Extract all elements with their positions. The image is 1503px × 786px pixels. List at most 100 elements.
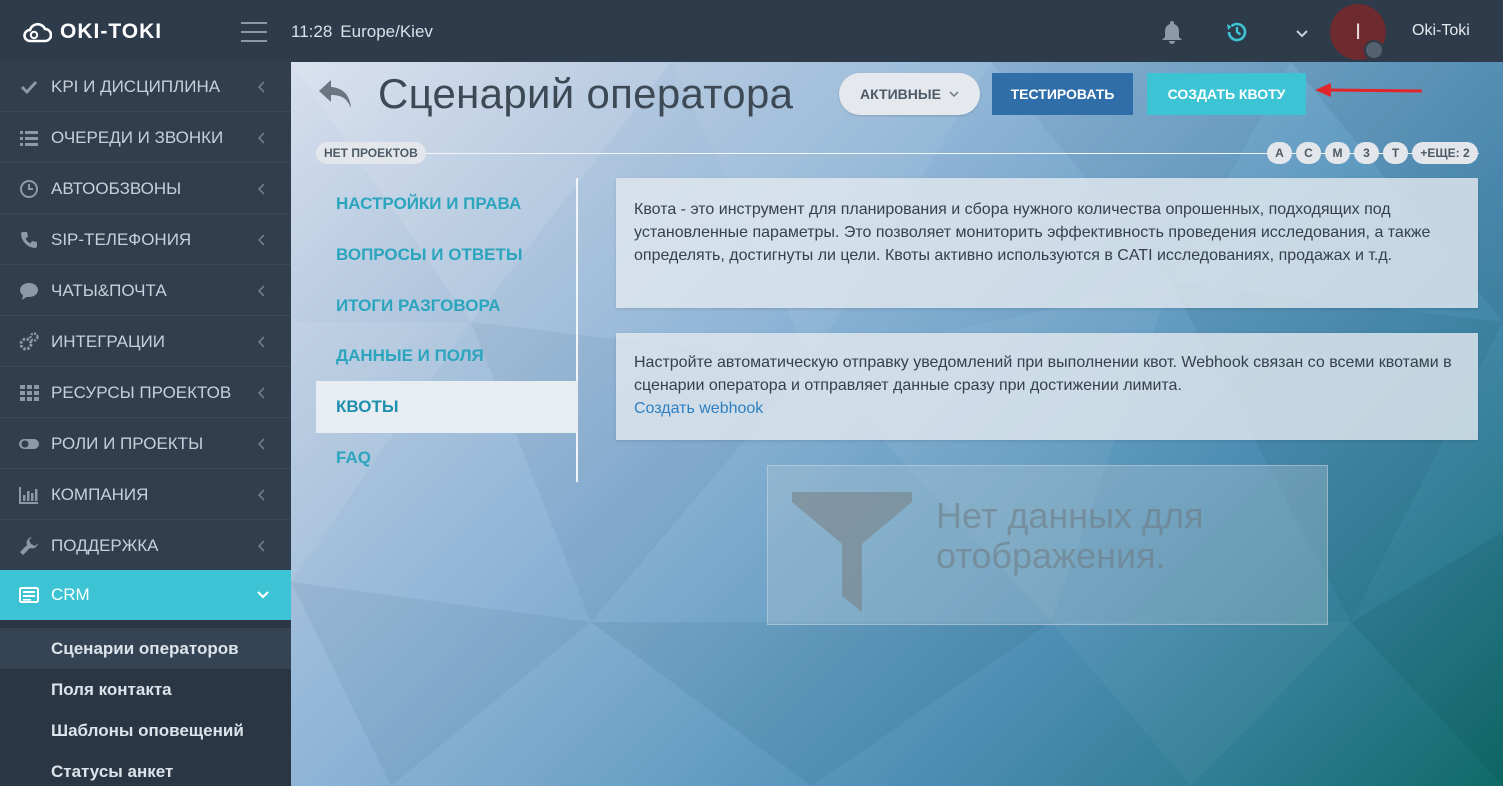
sidebar-item-label: ИНТЕГРАЦИИ xyxy=(51,331,165,351)
chevron-down-icon xyxy=(257,591,269,599)
chevron-down-icon xyxy=(949,91,959,98)
chevron-left-icon xyxy=(257,284,265,297)
clock: 11:28 Europe/Kiev xyxy=(291,22,433,42)
logo[interactable]: OKI-TOKI xyxy=(22,18,162,46)
sidebar-item-queues[interactable]: ОЧЕРЕДИ И ЗВОНКИ xyxy=(0,113,291,163)
chat-icon xyxy=(20,282,38,300)
crm-submenu: Сценарии операторов Поля контакта Шаблон… xyxy=(0,620,291,786)
projects-badge[interactable]: НЕТ ПРОЕКТОВ xyxy=(316,142,426,164)
avatar-letter: I xyxy=(1354,19,1362,44)
sidebar-item-label: АВТООБЗВОНЫ xyxy=(51,178,182,198)
chevron-left-icon xyxy=(257,386,265,399)
sidebar-item-resources[interactable]: РЕСУРСЫ ПРОЕКТОВ xyxy=(0,368,291,418)
webhook-info-text: Настройте автоматическую отправку уведом… xyxy=(634,354,1452,394)
funnel-icon xyxy=(792,492,912,612)
sidebar-item-label: SIP-ТЕЛЕФОНИЯ xyxy=(51,229,192,249)
avatar-status-dot xyxy=(1364,40,1384,60)
status-filter-label: АКТИВНЫЕ xyxy=(860,86,941,102)
back-arrow-icon[interactable] xyxy=(315,76,357,112)
sidebar-item-label: РОЛИ И ПРОЕКТЫ xyxy=(51,433,204,453)
empty-state: Нет данных для отображения. xyxy=(767,465,1328,625)
project-chip[interactable]: 3 xyxy=(1354,142,1379,164)
list-icon xyxy=(20,130,38,146)
submenu-item-form-statuses[interactable]: Статусы анкет xyxy=(0,751,291,786)
project-chip[interactable]: T xyxy=(1383,142,1408,164)
sidebar-item-support[interactable]: ПОДДЕРЖКА xyxy=(0,521,291,571)
chevron-left-icon xyxy=(257,335,265,348)
status-filter-dropdown[interactable]: АКТИВНЫЕ xyxy=(839,73,980,115)
sidebar-item-roles[interactable]: РОЛИ И ПРОЕКТЫ xyxy=(0,419,291,469)
history-icon[interactable] xyxy=(1224,19,1250,45)
empty-state-text: Нет данных для отображения. xyxy=(936,496,1204,576)
red-arrow-annotation xyxy=(1315,83,1423,97)
chevron-left-icon xyxy=(257,539,265,552)
quota-info-card: Квота - это инструмент для планирования … xyxy=(616,178,1478,308)
tab-data-fields[interactable]: ДАННЫЕ И ПОЛЯ xyxy=(316,330,578,382)
sidebar-item-label: ОЧЕРЕДИ И ЗВОНКИ xyxy=(51,127,224,147)
chevron-left-icon xyxy=(257,233,265,246)
chevron-down-icon[interactable] xyxy=(1293,24,1311,42)
crm-icon xyxy=(19,587,39,603)
tab-questions-answers[interactable]: ВОПРОСЫ И ОТВЕТЫ xyxy=(316,229,578,281)
empty-state-line: отображения. xyxy=(936,535,1166,576)
tab-faq[interactable]: FAQ xyxy=(316,432,578,484)
project-chip[interactable]: M xyxy=(1325,142,1350,164)
create-webhook-link[interactable]: Создать webhook xyxy=(634,397,1460,420)
submenu-item-operator-scenarios[interactable]: Сценарии операторов xyxy=(0,628,291,669)
check-icon xyxy=(20,80,38,94)
sidebar-item-sip[interactable]: SIP-ТЕЛЕФОНИЯ xyxy=(0,215,291,265)
chevron-left-icon xyxy=(257,437,265,450)
menu-toggle-button[interactable] xyxy=(241,22,267,42)
grid-icon xyxy=(20,384,39,401)
project-chip[interactable]: A xyxy=(1267,142,1292,164)
clock-timezone: Europe/Kiev xyxy=(340,22,433,41)
cloud-logo-icon xyxy=(23,22,52,43)
page-title: Сценарий оператора xyxy=(378,70,794,117)
webhook-info-card: Настройте автоматическую отправку уведом… xyxy=(616,333,1478,440)
sidebar: KPI И ДИСЦИПЛИНА ОЧЕРЕДИ И ЗВОНКИ АВТООБ… xyxy=(0,62,291,786)
logo-text: OKI-TOKI xyxy=(60,20,163,43)
sidebar-item-label: ЧАТЫ&ПОЧТА xyxy=(51,280,167,300)
sidebar-item-integrations[interactable]: ИНТЕГРАЦИИ xyxy=(0,317,291,367)
create-quota-button[interactable]: СОЗДАТЬ КВОТУ xyxy=(1147,73,1306,115)
sidebar-item-label: ПОДДЕРЖКА xyxy=(51,535,159,555)
sidebar-item-autodial[interactable]: АВТООБЗВОНЫ xyxy=(0,164,291,214)
chevron-left-icon xyxy=(257,80,265,93)
clock-icon xyxy=(20,179,38,198)
chevron-left-icon xyxy=(257,131,265,144)
project-chips: A C M 3 T +ЕЩЕ: 2 xyxy=(1267,142,1478,164)
bar-chart-icon xyxy=(19,486,38,504)
project-chip-more[interactable]: +ЕЩЕ: 2 xyxy=(1412,142,1478,164)
tab-call-results[interactable]: ИТОГИ РАЗГОВОРА xyxy=(316,280,578,332)
submenu-item-contact-fields[interactable]: Поля контакта xyxy=(0,669,291,710)
clock-time: 11:28 xyxy=(291,22,333,41)
hamburger-line xyxy=(241,31,267,33)
sidebar-item-crm[interactable]: CRM xyxy=(0,570,291,620)
project-chip[interactable]: C xyxy=(1296,142,1321,164)
tab-settings-rights[interactable]: НАСТРОЙКИ И ПРАВА xyxy=(316,178,578,230)
sidebar-item-company[interactable]: КОМПАНИЯ xyxy=(0,470,291,520)
wrench-icon xyxy=(20,536,38,555)
sidebar-item-label: КОМПАНИЯ xyxy=(51,484,149,504)
username[interactable]: Oki-Toki xyxy=(1412,22,1470,40)
tab-quotas[interactable]: КВОТЫ xyxy=(316,381,578,433)
sidebar-item-label: KPI И ДИСЦИПЛИНА xyxy=(51,76,221,96)
bell-icon[interactable] xyxy=(1158,18,1186,46)
gears-icon xyxy=(19,331,39,350)
submenu-item-notification-templates[interactable]: Шаблоны оповещений xyxy=(0,710,291,751)
phone-icon xyxy=(21,231,37,248)
test-button[interactable]: ТЕСТИРОВАТЬ xyxy=(992,73,1133,115)
hamburger-line xyxy=(241,22,267,24)
sidebar-item-chats[interactable]: ЧАТЫ&ПОЧТА xyxy=(0,266,291,316)
chevron-left-icon xyxy=(257,488,265,501)
sidebar-item-label: РЕСУРСЫ ПРОЕКТОВ xyxy=(51,382,232,402)
empty-state-line: Нет данных для xyxy=(936,495,1204,536)
top-bar: OKI-TOKI 11:28 Europe/Kiev I Oki-Toki xyxy=(0,0,1503,62)
chevron-left-icon xyxy=(257,182,265,195)
sidebar-item-kpi[interactable]: KPI И ДИСЦИПЛИНА xyxy=(0,62,291,112)
quota-info-text: Квота - это инструмент для планирования … xyxy=(634,201,1431,264)
main-content: Сценарий оператора АКТИВНЫЕ ТЕСТИРОВАТЬ … xyxy=(291,62,1503,786)
scenario-tabs: НАСТРОЙКИ И ПРАВА ВОПРОСЫ И ОТВЕТЫ ИТОГИ… xyxy=(316,178,578,482)
hamburger-line xyxy=(241,40,267,42)
toggle-icon xyxy=(19,438,39,449)
